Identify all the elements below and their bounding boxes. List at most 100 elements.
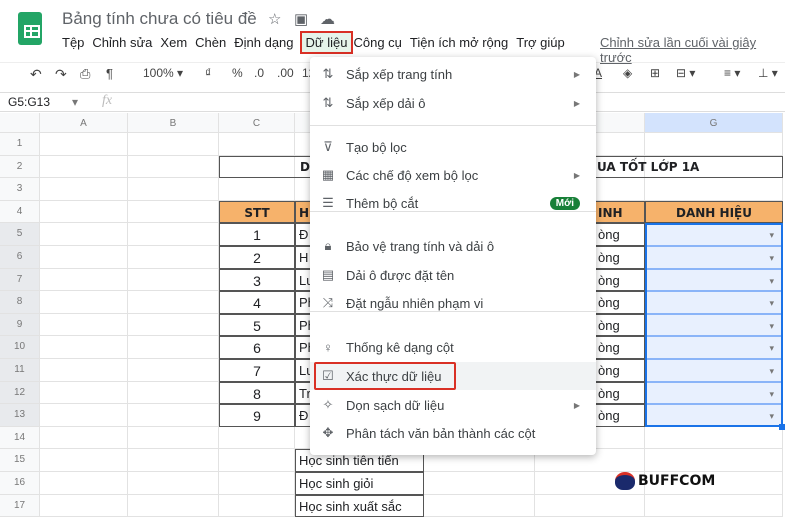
- row-header-15[interactable]: 15: [0, 449, 40, 472]
- fill-color-icon[interactable]: ◈: [623, 66, 632, 80]
- cell[interactable]: [128, 268, 219, 292]
- cell[interactable]: [128, 200, 219, 224]
- cell[interactable]: [40, 223, 128, 246]
- menu-item-lightbulb[interactable]: ♀ Thống kê dạng cột: [310, 333, 596, 361]
- cell[interactable]: [40, 404, 128, 427]
- cell[interactable]: [128, 426, 219, 450]
- menu-item-filter[interactable]: ⊽ Tạo bộ lọc: [310, 133, 596, 161]
- zoom-select[interactable]: 100% ▾: [143, 66, 183, 80]
- borders-icon[interactable]: ⊞: [650, 66, 660, 80]
- cell[interactable]: [219, 494, 295, 518]
- menu-3[interactable]: Chèn: [195, 35, 232, 52]
- cell[interactable]: [128, 246, 219, 269]
- cell[interactable]: [535, 494, 645, 518]
- menu-5[interactable]: Dữ liệu: [299, 31, 354, 54]
- dropdown-arrow-icon[interactable]: ▾: [769, 337, 774, 358]
- menu-item-magic-wand[interactable]: ✧ Dọn sạch dữ liệu ▶: [310, 391, 596, 419]
- align-horizontal-icon[interactable]: ≡ ▾: [724, 66, 740, 80]
- cell[interactable]: [219, 178, 295, 201]
- danh-hieu-dropdown-cell[interactable]: ▾: [645, 246, 783, 269]
- dropdown-arrow-icon[interactable]: ▾: [769, 270, 774, 291]
- dropdown-arrow-icon[interactable]: ▾: [769, 405, 774, 426]
- cell[interactable]: [645, 178, 783, 201]
- dropdown-arrow-icon[interactable]: ▾: [769, 383, 774, 404]
- row-header-12[interactable]: 12: [0, 381, 40, 405]
- menu-7[interactable]: Tiện ích mở rộng: [410, 35, 514, 52]
- menu-item-filter-views[interactable]: ▦ Các chế độ xem bộ lọc ▶: [310, 161, 596, 189]
- row-header-16[interactable]: 16: [0, 472, 40, 495]
- cell[interactable]: [645, 133, 783, 156]
- danh-hieu-dropdown-cell[interactable]: ▾: [645, 359, 783, 382]
- undo-icon[interactable]: ↶: [30, 66, 42, 83]
- redo-icon[interactable]: ↷: [55, 66, 67, 83]
- row-header-9[interactable]: 9: [0, 313, 40, 337]
- star-icon[interactable]: ☆: [268, 10, 281, 28]
- cell[interactable]: [128, 178, 219, 201]
- cell[interactable]: [40, 426, 128, 450]
- cell[interactable]: [40, 336, 128, 359]
- column-header-A[interactable]: A: [40, 113, 128, 133]
- cell[interactable]: [645, 426, 783, 450]
- menu-item-data-validation[interactable]: ☑ Xác thực dữ liệu: [310, 362, 596, 390]
- column-header-B[interactable]: B: [128, 113, 219, 133]
- cell[interactable]: [128, 359, 219, 382]
- cell[interactable]: [645, 449, 783, 472]
- row-header-4[interactable]: 4: [0, 200, 40, 224]
- menu-item-shuffle[interactable]: ⤨ Đặt ngẫu nhiên phạm vi: [310, 289, 596, 317]
- dropdown-arrow-icon[interactable]: ▾: [769, 224, 774, 245]
- row-header-17[interactable]: 17: [0, 494, 40, 518]
- cell[interactable]: [40, 494, 128, 518]
- select-all-corner[interactable]: [0, 113, 40, 133]
- danh-hieu-dropdown-cell[interactable]: ▾: [645, 404, 783, 427]
- row-header-8[interactable]: 8: [0, 291, 40, 314]
- cell[interactable]: [128, 223, 219, 246]
- dropdown-arrow-icon[interactable]: ▾: [769, 292, 774, 313]
- menu-4[interactable]: Định dạng: [234, 35, 299, 52]
- cell[interactable]: [40, 359, 128, 382]
- menu-8[interactable]: Trợ giúp: [516, 35, 571, 52]
- fill-handle[interactable]: [779, 423, 785, 430]
- move-folder-icon[interactable]: ▣: [294, 10, 308, 28]
- cell[interactable]: [128, 336, 219, 359]
- cell[interactable]: [128, 155, 219, 179]
- currency-format-button[interactable]: ₫: [205, 66, 211, 80]
- row-header-3[interactable]: 3: [0, 178, 40, 201]
- column-header-C[interactable]: C: [219, 113, 295, 133]
- row-header-6[interactable]: 6: [0, 246, 40, 269]
- cell[interactable]: [219, 449, 295, 472]
- row-header-13[interactable]: 13: [0, 404, 40, 427]
- last-edit-link[interactable]: Chỉnh sửa lần cuối vài giây trước: [600, 35, 785, 65]
- cell[interactable]: [424, 494, 535, 518]
- menu-item-lock[interactable]: 🔒︎ Bảo vệ trang tính và dải ô: [310, 232, 596, 260]
- cell[interactable]: [128, 291, 219, 314]
- cell[interactable]: [219, 472, 295, 495]
- row-header-2[interactable]: 2: [0, 155, 40, 179]
- cell[interactable]: [128, 381, 219, 405]
- menu-item-named-range[interactable]: ▤ Dải ô được đặt tên: [310, 261, 596, 289]
- cell[interactable]: [40, 155, 128, 179]
- row-header-5[interactable]: 5: [0, 223, 40, 246]
- row-header-14[interactable]: 14: [0, 426, 40, 450]
- menu-item-split[interactable]: ✥ Phân tách văn bản thành các cột: [310, 419, 596, 447]
- cell[interactable]: [645, 494, 783, 518]
- danh-hieu-dropdown-cell[interactable]: ▾: [645, 223, 783, 246]
- cell[interactable]: [40, 472, 128, 495]
- danh-hieu-dropdown-cell[interactable]: ▾: [645, 268, 783, 292]
- cell[interactable]: [40, 133, 128, 156]
- align-vertical-icon[interactable]: ⊥ ▾: [758, 66, 778, 80]
- row-header-7[interactable]: 7: [0, 268, 40, 292]
- menu-item-slicer[interactable]: ☰ Thêm bộ cắt Mới: [310, 189, 596, 217]
- sheets-logo[interactable]: [18, 12, 42, 45]
- cell[interactable]: [128, 494, 219, 518]
- danh-hieu-dropdown-cell[interactable]: ▾: [645, 291, 783, 314]
- row-header-1[interactable]: 1: [0, 133, 40, 156]
- cell[interactable]: [40, 291, 128, 314]
- cell[interactable]: [128, 449, 219, 472]
- paint-format-icon[interactable]: ¶: [106, 66, 113, 81]
- row-header-10[interactable]: 10: [0, 336, 40, 359]
- cell[interactable]: [128, 133, 219, 156]
- menu-item-sort[interactable]: ⇅ Sắp xếp trang tính ▶: [310, 60, 596, 88]
- menu-0[interactable]: Tệp: [62, 35, 90, 52]
- decrease-decimal-button[interactable]: .0: [254, 66, 264, 80]
- cell[interactable]: [40, 381, 128, 405]
